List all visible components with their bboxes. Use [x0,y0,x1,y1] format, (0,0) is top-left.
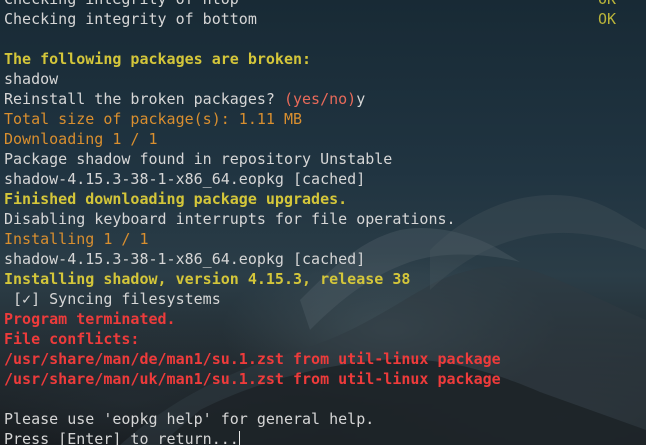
output-line: Checking integrity of htop OK [4,0,646,9]
reinstall-prompt: Reinstall the broken packages? (yes/no)y [4,89,646,109]
line-text: Checking integrity of htop [4,0,239,8]
syncing-filesystems-line: [✓] Syncing filesystems [4,290,221,308]
blank-line [4,389,646,409]
downloading-progress: Downloading 1 / 1 [4,130,158,148]
file-conflict-entry: /usr/share/man/de/man1/su.1.zst from uti… [4,350,501,368]
ok-status: OK [598,0,616,9]
line-text: Checking integrity of bottom [4,10,257,28]
output-line: shadow-4.15.3-38-1-x86_64.eopkg [cached] [4,250,366,268]
press-enter-prompt[interactable]: Press [Enter] to return... [4,429,646,445]
file-conflict-entry: /usr/share/man/uk/man1/su.1.zst from uti… [4,370,501,388]
program-terminated-error: Program terminated. [4,310,176,328]
ok-status: OK [597,10,616,28]
help-hint-line: Please use 'eopkg help' for general help… [4,410,375,428]
prompt-question: Reinstall the broken packages? [4,90,284,108]
installing-version-line: Installing shadow, version 4.15.3, relea… [4,270,411,288]
output-line: Checking integrity of bottom OK [4,9,646,29]
prompt-choices: (yes/no) [283,90,357,108]
total-size-line: Total size of package(s): 1.11 MB [4,110,303,128]
prompt-answer: y [356,90,366,108]
terminal-window[interactable]: Checking integrity of htop OK Checking in… [0,0,646,445]
broken-packages-heading: The following packages are broken: [4,50,312,68]
text-cursor [238,431,240,445]
output-line: Package shadow found in repository Unsta… [4,150,393,168]
blank-line [4,29,646,49]
output-line: shadow-4.15.3-38-1-x86_64.eopkg [cached] [4,170,366,188]
output-line: Disabling keyboard interrupts for file o… [4,210,456,228]
download-finished-line: Finished downloading package upgrades. [4,190,348,208]
file-conflicts-heading: File conflicts: [4,330,140,348]
installing-progress: Installing 1 / 1 [4,230,149,248]
broken-package-name: shadow [4,70,59,88]
terminal-output: Checking integrity of htop OK Checking in… [4,0,646,445]
